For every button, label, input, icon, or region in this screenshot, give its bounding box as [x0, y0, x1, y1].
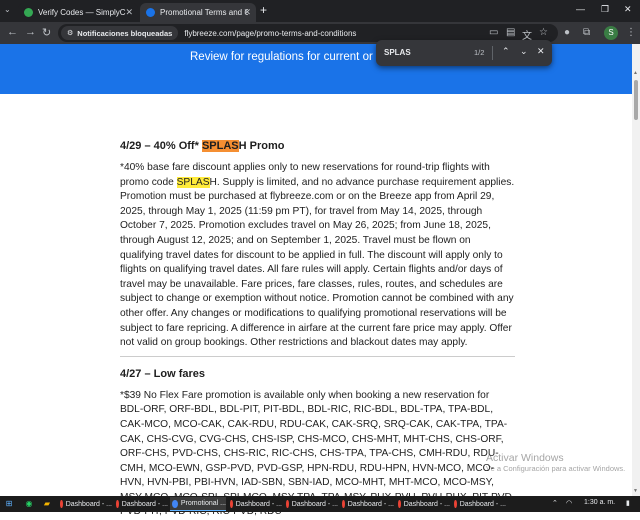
scroll-thumb[interactable] [634, 80, 638, 120]
taskbar-window-item[interactable]: Dashboard - ... [340, 497, 394, 511]
windows-start-icon[interactable]: ⊞ [4, 499, 14, 509]
body-text: H. Supply is limited, and no advance pur… [120, 176, 515, 349]
menu-kebab-icon[interactable]: ⋮ [626, 27, 636, 38]
url-text[interactable]: flybreeze.com/page/promo-terms-and-condi… [184, 29, 356, 38]
promo-heading-splash: 4/29 – 40% Off* SPLASH Promo [120, 139, 515, 153]
heading-text: H Promo [238, 140, 285, 152]
site-settings-icon: ⚙ [67, 30, 74, 37]
cast-icon[interactable]: ▭ [489, 27, 498, 38]
activate-windows-title: Activar Windows [486, 452, 564, 464]
file-explorer-icon[interactable]: ▰ [42, 499, 52, 509]
app-icon [286, 500, 289, 508]
app-icon [230, 500, 233, 508]
section-divider [120, 355, 515, 357]
wifi-icon[interactable]: ◠ [566, 499, 572, 507]
windows-taskbar: ⊞ ◉ ▰ Dashboard - ... Dashboard - ... Pr… [0, 496, 640, 512]
minimize-icon[interactable]: — [576, 4, 585, 14]
taskbar-window-item[interactable]: Dashboard - ... [58, 497, 112, 511]
breeze-favicon-icon [146, 8, 155, 17]
taskbar-window-item-active[interactable]: Promotional ... [170, 497, 226, 511]
forward-arrow-icon[interactable]: → [25, 26, 36, 38]
find-divider [492, 46, 493, 60]
close-window-icon[interactable]: ✕ [624, 4, 632, 15]
find-match-count: 1/2 [474, 48, 485, 57]
app-icon [454, 500, 457, 508]
heading-text: 4/29 – 40% Off* [120, 140, 202, 152]
tab-title: Promotional Terms and Conditi [160, 8, 248, 17]
notifications-label: Notificaciones bloqueadas [77, 28, 173, 38]
app-icon [60, 500, 63, 508]
taskbar-item-label: Dashboard - ... [121, 500, 168, 508]
taskbar-window-item[interactable]: Dashboard - ... [228, 497, 282, 511]
promo-body-splash: *40% base fare discount applies only to … [120, 161, 515, 351]
activate-windows-subtitle: Ve a Configuración para activar Windows. [486, 464, 626, 473]
promo-heading-low-fares: 4/27 – Low fares [120, 367, 205, 380]
find-match-active: SPLAS [201, 140, 239, 152]
taskbar-item-label: Dashboard - ... [65, 500, 112, 508]
app-icon [398, 500, 401, 508]
find-input[interactable]: SPLAS [384, 48, 411, 57]
find-previous-chevron-up-icon[interactable]: ⌃ [502, 46, 510, 57]
maximize-icon[interactable]: ❐ [601, 4, 609, 15]
tab-search-chevron-down-icon[interactable]: ⌄ [4, 5, 11, 14]
extension-icon[interactable]: ● [564, 27, 570, 38]
reload-icon[interactable]: ↻ [42, 26, 51, 39]
taskbar-item-label: Dashboard - ... [459, 500, 506, 508]
whatsapp-icon[interactable]: ◉ [24, 499, 34, 509]
scroll-down-arrow-icon[interactable]: ▼ [633, 488, 638, 494]
taskbar-item-label: Dashboard - ... [403, 500, 450, 508]
tab-promotional-terms[interactable]: Promotional Terms and Conditi ✕ [140, 3, 256, 22]
taskbar-window-item[interactable]: Dashboard - ... [114, 497, 168, 511]
checkmark-favicon-icon [24, 8, 33, 17]
find-in-page-bar: SPLAS 1/2 ⌃ ⌄ ✕ [376, 40, 552, 66]
page-icon[interactable]: ▤ [506, 27, 515, 38]
scroll-up-arrow-icon[interactable]: ▲ [633, 70, 638, 76]
new-tab-plus-icon[interactable]: + [260, 3, 267, 17]
clock-text[interactable]: 1:30 a. m. [584, 499, 615, 506]
app-icon [172, 499, 178, 508]
taskbar-window-item[interactable]: Dashboard - ... [452, 497, 506, 511]
taskbar-window-item[interactable]: Dashboard - ... [396, 497, 450, 511]
find-match: SPLAS [176, 176, 210, 188]
back-arrow-icon[interactable]: ← [7, 26, 18, 38]
taskbar-item-label: Dashboard - ... [235, 500, 282, 508]
tray-chevron-up-icon[interactable]: ⌃ [552, 499, 558, 507]
bookmark-star-icon[interactable]: ☆ [539, 27, 548, 38]
close-tab-icon[interactable]: ✕ [243, 7, 251, 18]
taskbar-item-label: Promotional ... [180, 500, 226, 507]
app-icon [116, 500, 119, 508]
extensions-puzzle-icon[interactable]: ⧉ [583, 27, 590, 38]
profile-avatar[interactable]: S [604, 26, 618, 40]
app-icon [342, 500, 345, 508]
banner-text: Review for regulations for current or pa… [190, 51, 395, 63]
find-next-chevron-down-icon[interactable]: ⌄ [520, 46, 528, 57]
tab-title: Verify Codes — SimplyCodes [38, 8, 126, 17]
find-close-icon[interactable]: ✕ [537, 46, 545, 57]
taskbar-window-item[interactable]: Dashboard - ... [284, 497, 338, 511]
close-tab-icon[interactable]: ✕ [125, 7, 133, 18]
terms-content: 4/29 – 40% Off* SPLASH Promo *40% base f… [120, 132, 515, 520]
taskbar-item-label: Dashboard - ... [291, 500, 338, 508]
tab-verify-codes[interactable]: Verify Codes — SimplyCodes ✕ [18, 3, 138, 22]
notifications-blocked-chip[interactable]: ⚙ Notificaciones bloqueadas [61, 26, 179, 40]
tab-strip: ⌄ Verify Codes — SimplyCodes ✕ Promotion… [0, 0, 640, 22]
notifications-bell-icon[interactable]: ▮ [626, 499, 630, 507]
taskbar-item-label: Dashboard - ... [347, 500, 394, 508]
